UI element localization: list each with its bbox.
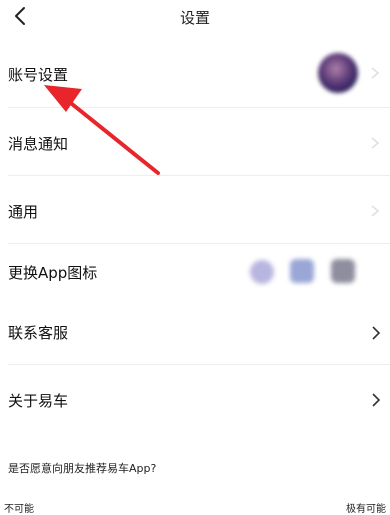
- annotation-arrow: [44, 85, 160, 175]
